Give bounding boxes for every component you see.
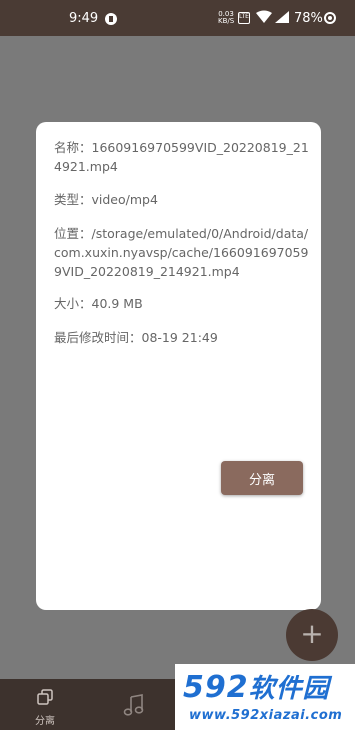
wifi-icon xyxy=(256,10,272,23)
music-note-icon xyxy=(123,694,144,716)
plus-icon: + xyxy=(300,617,324,650)
lte-icon: LTE xyxy=(238,12,250,24)
network-speed: 0.03 KB/S xyxy=(218,11,234,25)
file-type-line: 类型：video/mp4 xyxy=(54,192,158,207)
signal-icon xyxy=(275,11,289,23)
watermark-number: 592 xyxy=(183,670,249,705)
split-icon xyxy=(37,689,53,705)
file-size-line: 大小：40.9 MB xyxy=(54,296,143,311)
file-path-line: 位置：/storage/emulated/0/Android/data/com.… xyxy=(54,226,309,279)
watermark: 592软件园 www.592xiazai.com xyxy=(175,664,355,730)
watermark-url: www.592xiazai.com xyxy=(189,708,343,723)
file-name-line: 名称：1660916970599VID_20220819_214921.mp4 xyxy=(54,140,309,174)
network-speed-unit: KB/S xyxy=(218,17,235,25)
file-modified-line: 最后修改时间：08-19 21:49 xyxy=(54,330,218,345)
tab-split[interactable]: 分离 xyxy=(30,688,60,727)
battery-percent: 78% xyxy=(294,11,323,26)
file-info-dialog: 名称：1660916970599VID_20220819_214921.mp4 … xyxy=(36,122,321,610)
split-button[interactable]: 分离 xyxy=(221,461,303,495)
app-notification-icon xyxy=(105,13,117,25)
add-fab-button[interactable]: + xyxy=(286,609,338,661)
watermark-logo: 592软件园 xyxy=(183,668,330,705)
battery-ring-icon xyxy=(324,12,336,24)
tab-split-label: 分离 xyxy=(35,716,55,727)
watermark-brand: 软件园 xyxy=(248,674,330,704)
status-bar: 9:49 0.03 KB/S LTE 78% xyxy=(0,0,355,36)
status-time: 9:49 xyxy=(69,11,99,26)
tab-music[interactable] xyxy=(123,693,145,721)
